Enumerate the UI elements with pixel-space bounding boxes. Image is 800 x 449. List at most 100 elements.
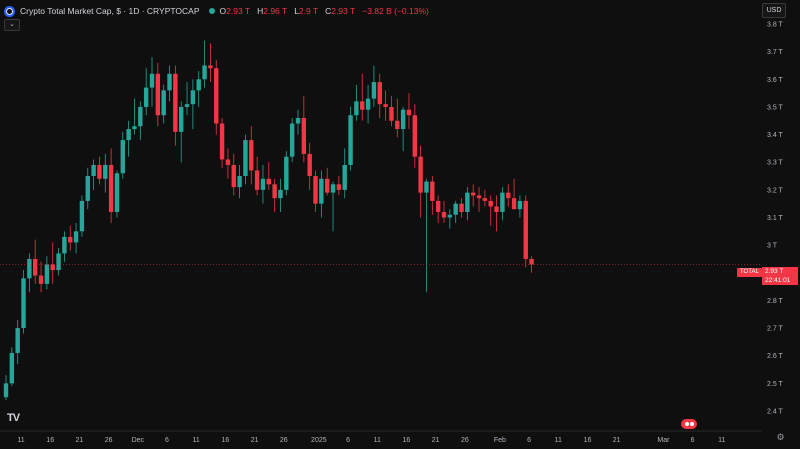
candle-body	[85, 176, 90, 201]
candle-body	[325, 178, 330, 193]
candle-body	[208, 65, 213, 69]
candle	[511, 178, 517, 210]
event-dot	[689, 422, 694, 426]
candle	[149, 57, 155, 107]
legend-collapse-button[interactable]: ⌄	[4, 19, 20, 31]
candle	[471, 184, 476, 207]
candle	[523, 195, 528, 268]
time-axis[interactable]: 11 16 21 26 Dec 6 11 16 21 26 2025 6 11 16 21 26 Feb 6 11 1…	[17, 437, 725, 444]
candle	[266, 162, 271, 190]
time-axis-label: 6	[165, 437, 169, 444]
candle-body	[237, 176, 242, 188]
price-axis-label: 2.7 T	[767, 326, 784, 333]
candle-body	[506, 192, 511, 199]
candle	[138, 101, 143, 141]
candle-body	[400, 109, 406, 130]
economic-events-icon[interactable]	[681, 419, 697, 429]
candle-body	[73, 231, 79, 243]
candle-body	[406, 109, 412, 116]
candle-body	[103, 164, 108, 179]
candle	[260, 164, 266, 204]
candle-body	[44, 264, 50, 284]
candle-body	[330, 184, 336, 193]
candle-body	[441, 211, 447, 218]
candle-body	[272, 184, 277, 199]
candle	[219, 117, 225, 168]
candle-body	[190, 90, 196, 105]
candle-body	[266, 178, 271, 185]
candle	[360, 73, 365, 121]
candle-body	[500, 192, 505, 212]
candle-body	[184, 104, 190, 107]
candle	[272, 178, 277, 212]
candle-body	[412, 115, 417, 157]
symbol-title[interactable]: Crypto Total Market Cap, $ · 1D · CRYPTO…	[20, 6, 200, 16]
candle-body	[389, 106, 394, 121]
candle	[79, 195, 85, 237]
candle-body	[517, 200, 523, 210]
candle	[155, 62, 161, 127]
candle	[91, 159, 96, 190]
candle	[435, 195, 441, 224]
candle-body	[33, 258, 38, 276]
tradingview-logo[interactable]: TV	[7, 412, 20, 424]
candle	[412, 104, 417, 168]
candle-body	[254, 170, 260, 190]
candle-body	[435, 200, 441, 212]
candle	[278, 178, 283, 212]
candle-body	[243, 140, 248, 177]
candle	[453, 200, 458, 224]
candle-body	[249, 140, 254, 171]
close-value: 2.93 T	[331, 6, 356, 16]
candle-body	[348, 115, 353, 165]
candle	[108, 148, 114, 224]
candle	[173, 65, 178, 146]
price-axis[interactable]: 3.8 T 3.7 T 3.6 T 3.5 T 3.4 T 3.3 T 3.2 T 3.1 T…	[767, 22, 784, 416]
candle	[225, 148, 231, 179]
time-axis-label: 21	[613, 437, 621, 444]
candle-body	[383, 104, 388, 107]
bar-countdown: 22:41:01	[765, 276, 791, 284]
time-axis-label: 11	[193, 437, 200, 444]
candle	[383, 90, 388, 121]
candle	[161, 84, 166, 124]
candle-body	[155, 73, 161, 116]
candle-body	[179, 106, 184, 132]
candle	[184, 82, 190, 116]
candle-body	[50, 264, 55, 271]
price-chart[interactable]: 3.8 T 3.7 T 3.6 T 3.5 T 3.4 T 3.3 T 3.2 T 3.1 T…	[0, 0, 800, 449]
time-axis-label: 11	[374, 437, 381, 444]
candle-body	[488, 200, 493, 207]
candle-body	[424, 181, 429, 193]
candle-body	[301, 117, 307, 154]
candle-body	[365, 98, 371, 110]
gear-icon[interactable]: ⚙	[775, 432, 786, 443]
market-status-icon[interactable]	[208, 8, 215, 14]
candle-body	[313, 176, 318, 204]
candle-body	[289, 123, 295, 157]
candle	[494, 195, 499, 232]
candle	[126, 120, 131, 157]
candle-body	[482, 198, 488, 201]
candle	[459, 198, 464, 218]
candle	[56, 247, 61, 276]
candle-body	[219, 123, 225, 160]
candle-body	[9, 352, 15, 384]
candle	[295, 109, 301, 135]
last-price-tag: 2.93 T 22:41:01	[762, 267, 798, 285]
candle-body	[132, 126, 137, 130]
candle-body	[354, 101, 359, 116]
candle-body	[225, 159, 231, 165]
change-value: −3.82 B (−0.13%)	[362, 6, 429, 16]
time-axis-label: 6	[691, 437, 695, 444]
candle-body	[459, 203, 464, 212]
candle	[500, 187, 505, 221]
candle	[243, 134, 248, 185]
high-value: 2.96 T	[263, 6, 288, 16]
candle	[33, 239, 38, 284]
time-axis-label: 26	[105, 437, 113, 444]
candle	[9, 347, 15, 387]
ohlc-close: C2.93 T	[325, 6, 357, 16]
candle	[319, 170, 324, 218]
currency-button[interactable]: USD	[762, 3, 786, 18]
